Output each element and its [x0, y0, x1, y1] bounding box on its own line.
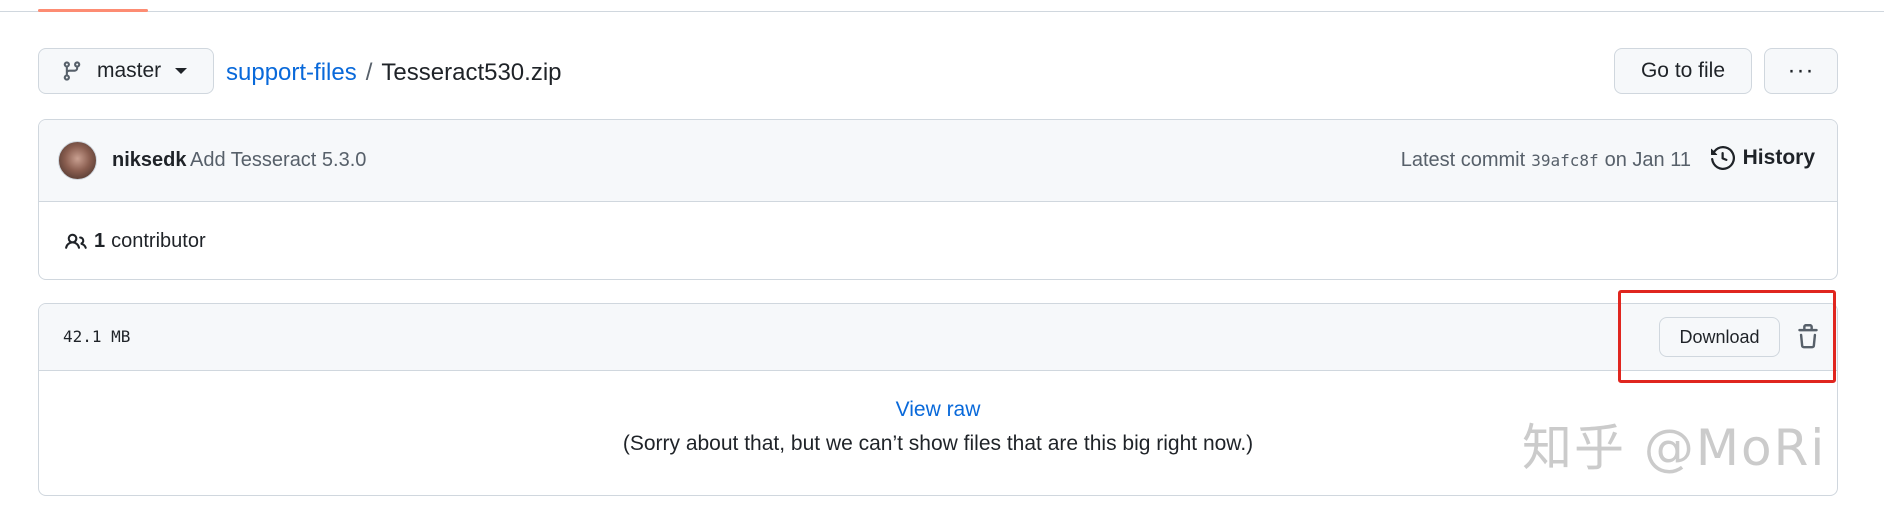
commit-message-link[interactable]: Add Tesseract 5.3.0	[190, 149, 366, 172]
latest-commit-label: Latest commit	[1400, 149, 1526, 171]
more-options-button[interactable]: ···	[1764, 48, 1838, 94]
commit-meta: Latest commit 39afc8f on Jan 11	[1401, 149, 1691, 172]
history-icon	[1710, 146, 1735, 170]
contributor-count: 1	[94, 230, 106, 252]
git-branch-icon	[61, 60, 83, 82]
breadcrumb-filename: Tesseract530.zip	[381, 59, 562, 86]
breadcrumb: support-files / Tesseract530.zip	[226, 59, 562, 87]
file-size: 42.1 MB	[63, 327, 131, 346]
commit-author-link[interactable]: niksedk	[112, 149, 186, 172]
breadcrumb-repo-link[interactable]: support-files	[226, 59, 357, 87]
people-icon	[64, 231, 88, 253]
contributor-label: contributor	[111, 230, 206, 252]
latest-commit-box: niksedk Add Tesseract 5.3.0 Latest commi…	[38, 119, 1838, 280]
chevron-down-icon	[175, 68, 188, 74]
contributors-row[interactable]: 1 contributor	[39, 202, 1837, 279]
file-header: 42.1 MB Download	[39, 304, 1837, 371]
view-raw-link[interactable]: View raw	[896, 398, 981, 422]
top-nav-underline	[0, 0, 1884, 12]
history-link[interactable]: History	[1710, 146, 1815, 170]
active-tab-indicator	[38, 9, 148, 12]
go-to-file-button[interactable]: Go to file	[1614, 48, 1752, 94]
avatar[interactable]	[58, 141, 97, 180]
breadcrumb-separator: /	[365, 59, 373, 86]
commit-sha-link[interactable]: 39afc8f	[1531, 151, 1598, 170]
red-highlight-box	[1618, 290, 1836, 383]
branch-name: master	[97, 59, 162, 82]
commit-date: on Jan 11	[1604, 149, 1691, 171]
commit-header: niksedk Add Tesseract 5.3.0 Latest commi…	[39, 120, 1837, 202]
branch-selector-button[interactable]: master	[38, 48, 214, 94]
watermark: 知乎 @MoRi	[1522, 419, 1827, 477]
history-label: History	[1742, 146, 1815, 169]
